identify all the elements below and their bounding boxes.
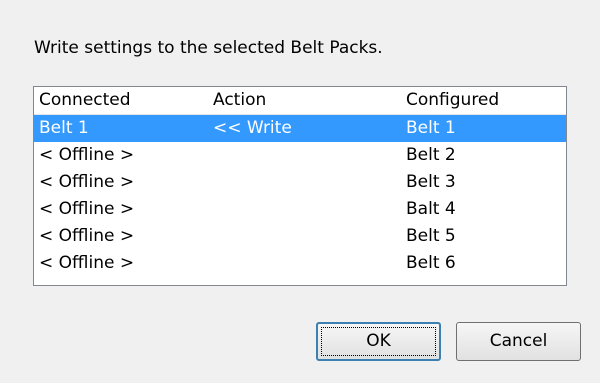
ok-button-label: OK (366, 331, 391, 351)
configured-cell: Belt 5 (406, 226, 456, 246)
list-row-belt-4[interactable]: < Offline > Balt 4 (34, 196, 566, 223)
cancel-button-label: Cancel (489, 331, 548, 351)
connected-cell: < Offline > (39, 145, 135, 165)
instruction-text: Write settings to the selected Belt Pack… (34, 38, 383, 58)
column-header-configured[interactable]: Configured (406, 87, 499, 114)
list-header: Connected Action Configured (34, 87, 566, 115)
configured-cell: Belt 6 (406, 253, 456, 273)
configured-cell: Belt 1 (406, 118, 456, 138)
column-header-connected[interactable]: Connected (39, 87, 131, 114)
connected-cell: < Offline > (39, 253, 135, 273)
list-row-belt-2[interactable]: < Offline > Belt 2 (34, 142, 566, 169)
connected-cell: Belt 1 (39, 118, 89, 138)
configured-cell: Balt 4 (406, 199, 456, 219)
list-row-belt-5[interactable]: < Offline > Belt 5 (34, 223, 566, 250)
action-cell: << Write (213, 118, 292, 138)
configured-cell: Belt 3 (406, 172, 456, 192)
cancel-button[interactable]: Cancel (456, 322, 581, 361)
ok-button[interactable]: OK (316, 322, 441, 361)
list-row-belt-1[interactable]: Belt 1 << Write Belt 1 (34, 115, 566, 142)
connected-cell: < Offline > (39, 172, 135, 192)
connected-cell: < Offline > (39, 199, 135, 219)
configured-cell: Belt 2 (406, 145, 456, 165)
column-header-action[interactable]: Action (213, 87, 266, 114)
belt-pack-list[interactable]: Connected Action Configured Belt 1 << Wr… (33, 86, 567, 286)
list-row-belt-6[interactable]: < Offline > Belt 6 (34, 250, 566, 277)
list-row-belt-3[interactable]: < Offline > Belt 3 (34, 169, 566, 196)
connected-cell: < Offline > (39, 226, 135, 246)
